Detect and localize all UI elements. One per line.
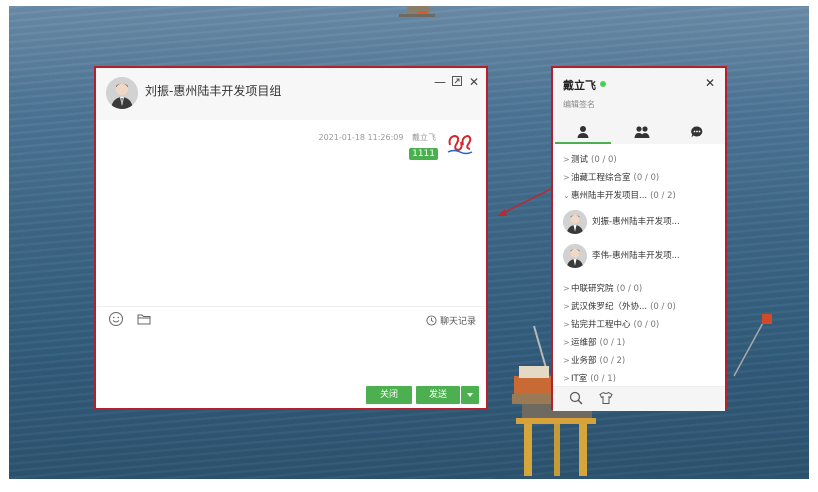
folder-icon[interactable] xyxy=(136,311,152,327)
user-name: 戴立飞 xyxy=(563,79,596,92)
contacts-panel: 戴立飞 ✕ 编辑签名 >测试 (0 / 0) >油藏工程综合室 (0 / 0) … xyxy=(551,66,727,411)
group-item[interactable]: >业务部 (0 / 2) xyxy=(563,354,625,368)
chat-history-link[interactable]: 聊天记录 xyxy=(426,314,476,327)
minimize-icon[interactable]: — xyxy=(434,76,446,88)
member-name: 李伟-惠州陆丰开发项... xyxy=(592,251,680,261)
message-bubble: 1111 xyxy=(409,148,438,160)
member-name: 刘振-惠州陆丰开发项... xyxy=(592,217,680,227)
maximize-icon[interactable] xyxy=(452,76,462,88)
contact-avatar[interactable] xyxy=(106,77,138,109)
message-input[interactable] xyxy=(96,332,486,382)
chevron-right-icon: > xyxy=(563,320,570,329)
member-avatar xyxy=(563,244,587,268)
contact-tree: >测试 (0 / 0) >油藏工程综合室 (0 / 0) ⌄惠州陆丰开发项目...(… xyxy=(553,148,725,384)
member-item[interactable]: 刘振-惠州陆丰开发项... xyxy=(563,210,723,234)
tab-groups[interactable] xyxy=(613,120,669,144)
chevron-right-icon: > xyxy=(563,302,570,311)
emoji-icon[interactable] xyxy=(108,311,124,327)
message-timestamp: 2021-01-18 11:26:09 xyxy=(318,133,404,142)
chat-window[interactable]: 刘振-惠州陆丰开发项目组 — ✕ 2021-01-18 11:26:09 戴立飞… xyxy=(94,66,488,410)
close-button[interactable]: 关闭 xyxy=(366,386,412,404)
edit-signature-link[interactable]: 编辑签名 xyxy=(563,99,595,110)
tab-contacts[interactable] xyxy=(555,120,611,144)
panel-close-icon[interactable]: ✕ xyxy=(705,76,715,90)
tab-messages[interactable] xyxy=(669,120,725,144)
member-item[interactable]: 李伟-惠州陆丰开发项... xyxy=(563,244,723,268)
clock-icon xyxy=(426,315,437,326)
group-item[interactable]: >中联研究院 (0 / 0) xyxy=(563,282,642,296)
chat-history-label: 聊天记录 xyxy=(439,317,476,327)
chat-title: 刘振-惠州陆丰开发项目组 xyxy=(145,84,282,98)
group-item-expanded[interactable]: ⌄惠州陆丰开发项目... (0 / 2) xyxy=(563,189,676,203)
chevron-right-icon: > xyxy=(563,284,570,293)
skin-tshirt-icon[interactable] xyxy=(599,391,613,405)
send-button[interactable]: 发送 xyxy=(416,386,460,404)
search-icon[interactable] xyxy=(569,391,583,405)
chevron-right-icon: > xyxy=(563,374,570,383)
group-item[interactable]: >测试 (0 / 0) xyxy=(563,153,617,167)
chevron-right-icon: > xyxy=(563,338,570,347)
member-avatar xyxy=(563,210,587,234)
group-item[interactable]: >运维部 (0 / 1) xyxy=(563,336,625,350)
group-item[interactable]: >IT室 (0 / 1) xyxy=(563,372,616,384)
group-item[interactable]: >油藏工程综合室 (0 / 0) xyxy=(563,171,659,185)
panel-tabs xyxy=(553,120,725,144)
group-icon xyxy=(634,126,650,138)
person-icon xyxy=(577,126,589,138)
chat-toolbar: 聊天记录 xyxy=(96,306,486,333)
panel-header: 戴立飞 ✕ 编辑签名 xyxy=(553,68,725,120)
chevron-down-icon: ⌄ xyxy=(563,191,570,200)
panel-footer xyxy=(553,386,725,411)
chevron-right-icon: > xyxy=(563,356,570,365)
chevron-right-icon: > xyxy=(563,173,570,182)
chat-bubble-icon xyxy=(691,126,703,138)
close-icon[interactable]: ✕ xyxy=(469,76,479,88)
message-sender: 戴立飞 xyxy=(412,133,436,142)
chevron-right-icon: > xyxy=(563,155,570,164)
send-options-dropdown[interactable] xyxy=(461,386,479,404)
platform-top-image xyxy=(399,6,435,17)
message-meta: 2021-01-18 11:26:09 戴立飞 xyxy=(318,132,436,143)
message-list[interactable]: 2021-01-18 11:26:09 戴立飞 1111 xyxy=(96,120,486,306)
sender-logo-icon xyxy=(447,134,473,155)
group-item[interactable]: >钻完井工程中心 (0 / 0) xyxy=(563,318,659,332)
group-item[interactable]: >武汉侏罗纪（外协... (0 / 0) xyxy=(563,300,676,314)
chat-header: 刘振-惠州陆丰开发项目组 — ✕ xyxy=(96,68,486,120)
online-status-indicator xyxy=(600,81,606,87)
